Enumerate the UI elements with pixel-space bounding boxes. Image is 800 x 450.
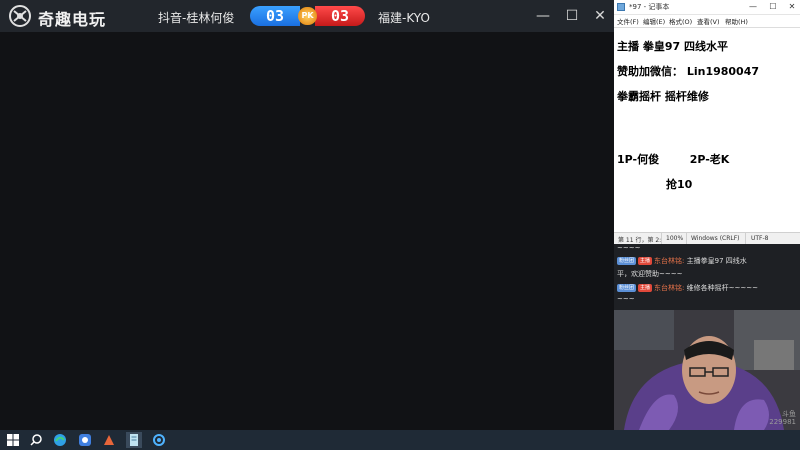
chat-username[interactable]: 东台林铭: <box>654 284 684 292</box>
chat-text: 维修各种摇杆~~~~~ <box>686 284 758 292</box>
notepad-window: *97 - 记事本 — ☐ ✕ 文件(F) 编辑(E) 格式(O) 查看(V) … <box>614 0 800 245</box>
menu-view[interactable]: 查看(V) <box>697 16 720 26</box>
text-line: 拳霸摇杆 摇杆维修 <box>617 90 709 103</box>
host-badge: 主播 <box>638 284 653 292</box>
chat-message: 粉丝团 主播 东台林铭: 维修各种摇杆~~~~~ <box>617 283 758 293</box>
host-badge: 主播 <box>638 257 653 265</box>
text-line: 赞助加微信： Lin1980047 <box>617 65 760 78</box>
chat-line: ~~~~ <box>617 244 641 252</box>
status-position: 第 11 行，第 2: <box>618 237 662 244</box>
player1-name: 抖音-桂林何俊 <box>158 11 235 25</box>
menu-file[interactable]: 文件(F) <box>617 16 639 26</box>
text-line: 抢10 <box>666 178 693 191</box>
notepad-menu-bar: 文件(F) 编辑(E) 格式(O) 查看(V) 帮助(H) <box>614 15 800 27</box>
minimize-button[interactable]: — <box>533 6 553 26</box>
menu-format[interactable]: 格式(O) <box>669 16 692 26</box>
game-window: 奇趣电玩 抖音-桂林何俊 03 PK 03 福建-KYO — ☐ ✕ <box>0 0 614 430</box>
menu-help[interactable]: 帮助(H) <box>725 16 748 26</box>
taskbar <box>0 430 800 450</box>
app-icon-blue[interactable] <box>77 432 93 448</box>
fan-badge: 粉丝团 <box>617 284 637 292</box>
windows-start-icon[interactable] <box>5 432 21 448</box>
player2-score: 03 <box>315 6 365 26</box>
notepad-text-area[interactable]: 主播 拳皇97 四线水平 赞助加微信： Lin1980047 拳霸摇杆 摇杆维修… <box>614 27 800 233</box>
notepad-icon <box>617 3 625 11</box>
game-viewport[interactable] <box>0 32 614 430</box>
edge-browser-icon[interactable] <box>52 432 68 448</box>
status-encoding: UTF-8 <box>751 235 769 242</box>
status-zoom: 100% <box>666 235 684 242</box>
status-line-ending: Windows (CRLF) <box>691 235 740 242</box>
notepad-title-bar: *97 - 记事本 — ☐ ✕ <box>614 0 800 15</box>
scoreboard: 03 PK 03 <box>250 6 365 26</box>
player2-name: 福建-KYO <box>378 11 430 25</box>
search-icon[interactable] <box>28 432 44 448</box>
brand-name: 奇趣电玩 <box>38 10 107 29</box>
notepad-taskbar-icon[interactable] <box>126 432 142 448</box>
watermark-room-id: 229981 <box>769 418 796 426</box>
title-bar: 奇趣电玩 抖音-桂林何俊 03 PK 03 福建-KYO — ☐ ✕ <box>0 0 614 32</box>
notepad-close-button[interactable]: ✕ <box>786 1 798 13</box>
close-button[interactable]: ✕ <box>590 6 610 26</box>
menu-edit[interactable]: 编辑(E) <box>643 16 665 26</box>
notepad-maximize-button[interactable]: ☐ <box>767 1 779 13</box>
chat-text: 主播拳皇97 四线水 <box>686 257 747 265</box>
chat-line: ~~~ <box>617 295 635 303</box>
notepad-minimize-button[interactable]: — <box>747 1 759 13</box>
fan-badge: 粉丝团 <box>617 257 637 265</box>
platform-watermark: 斗鱼 229981 <box>769 410 796 426</box>
webcam-feed: 斗鱼 229981 <box>614 310 800 430</box>
text-line: 1P-何俊 2P-老K <box>617 153 730 166</box>
chat-username[interactable]: 东台林铭: <box>654 257 684 265</box>
watermark-logo-text: 斗鱼 <box>782 410 796 418</box>
maximize-button[interactable]: ☐ <box>562 6 582 26</box>
pk-badge: PK <box>298 7 317 25</box>
text-line: 主播 拳皇97 四线水平 <box>617 40 728 53</box>
chat-panel: ~~~~ 粉丝团 主播 东台林铭: 主播拳皇97 四线水 平，欢迎赞助~~~~ 粉丝… <box>614 244 800 310</box>
settings-gear-icon[interactable] <box>151 432 167 448</box>
app-icon-orange[interactable] <box>101 432 117 448</box>
chat-line: 平，欢迎赞助~~~~ <box>617 270 683 278</box>
brand-logo-icon <box>9 5 31 27</box>
notepad-title: *97 - 记事本 <box>629 3 670 11</box>
chat-message: 粉丝团 主播 东台林铭: 主播拳皇97 四线水 <box>617 256 747 266</box>
player1-score: 03 <box>250 6 300 26</box>
